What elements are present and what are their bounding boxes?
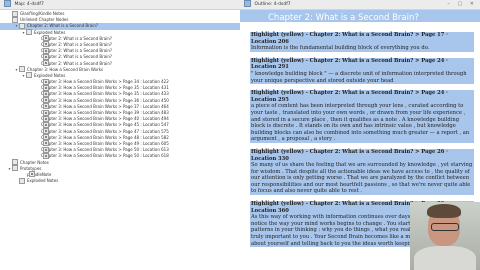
container-icon — [12, 10, 18, 17]
window-controls[interactable]: – ▢ ✕ — [447, 0, 477, 9]
tree-item-label: Chapter 3: How a Second Brain Works > Pa… — [41, 153, 169, 159]
note-icon — [43, 109, 49, 116]
tree-item-label: Chapter Notes — [20, 159, 49, 165]
tree-item-label: Chapter 2: What is a Second Brain? — [41, 35, 112, 41]
outline-tree: Glanfling/Kindle Notes Unlinked Chapter N… — [0, 10, 240, 184]
note-icon — [43, 53, 49, 60]
tree-item-label: Chapter 3: How a Second Brain Works > Pa… — [41, 116, 169, 122]
tree-item-label: Unlinked Chapter Nodes — [20, 17, 69, 23]
tree-item-label: Chapter 3: How a Second Brain Works > Pa… — [41, 147, 169, 153]
outline-titlebar: Outline: 4-dsdf7 – ▢ ✕ — [240, 0, 480, 10]
map-titlebar: Map: 4-dsdf7 — [0, 0, 240, 10]
note-icon — [43, 78, 49, 85]
note-icon — [43, 115, 49, 122]
tree-item-label: Chapter 3: How a Second Brain Works > Pa… — [41, 134, 169, 140]
outline-title: Outline: 4-dsdf7 — [254, 2, 291, 7]
note-icon — [43, 128, 49, 135]
note-icon — [43, 84, 49, 91]
tree-item-label: Chapter 3: How a Second Brain Works > Pa… — [41, 103, 169, 109]
tree-item[interactable]: Exploded Notes — [0, 177, 240, 184]
note-icon — [43, 35, 49, 42]
container-icon — [12, 165, 18, 172]
highlight-text: a piece of content has been interpreted … — [250, 103, 474, 143]
outline-window-icon — [244, 0, 251, 7]
highlight-heading: Highlight (yellow) - Chapter 2: What is … — [250, 90, 474, 104]
highlight-heading: Highlight (yellow) - Chapter 2: What is … — [250, 32, 474, 46]
tree-item-label: Chapter 3: How a Second Brain Works > Pa… — [41, 110, 169, 115]
note-icon — [29, 171, 35, 178]
container-icon — [12, 159, 18, 165]
tree-item-label: Chapter 2: What is a Second Brain? — [41, 60, 112, 66]
highlight-text: " knowledge building block " — a discret… — [250, 70, 474, 85]
outline-window: Outline: 4-dsdf7 – ▢ ✕ Chapter 2: What i… — [240, 0, 480, 270]
tree-item-label: Chapter 3: How a Second Brain Works > Pa… — [41, 128, 169, 134]
tree-item-label: Chapter 3: How a Second Brain Works > Pa… — [41, 91, 169, 97]
outline-header: Outline: 4-dsdf7 – ▢ ✕ Chapter 2: What i… — [240, 0, 480, 23]
tree-item-label: Chapter 2: What is a Second Brain? — [41, 48, 112, 54]
tree-item-label: Chapter 2: What is a Second Brain? — [27, 23, 98, 29]
tree-item-label: Chapter 3: How a Second Brain Works > Pa… — [41, 97, 169, 103]
highlight-heading: Highlight (yellow) - Chapter 2: What is … — [250, 148, 474, 163]
note-icon — [43, 41, 49, 48]
tree-item-label: Exploded Notes — [34, 72, 66, 78]
note-icon — [43, 47, 49, 54]
map-title: Map: 4-dsdf7 — [14, 2, 44, 7]
tree-item-label: Exploded Notes — [27, 178, 59, 184]
webcam-overlay — [410, 202, 480, 270]
highlight-heading: Highlight (yellow) - Chapter 2: What is … — [250, 57, 474, 71]
note-icon — [43, 121, 49, 128]
note-icon — [43, 152, 49, 159]
tree-item-label: Chapter 3: How a Second Brain Works — [27, 66, 104, 72]
container-icon — [26, 72, 32, 79]
note-icon — [43, 97, 49, 104]
note-icon — [43, 90, 49, 97]
tree-item-label: Chapter 3: How a Second Brain Works > Pa… — [41, 140, 169, 146]
tree-item-label: Exploded Notes — [34, 29, 66, 35]
tree-item-label: Prototypes — [20, 165, 42, 171]
tree-item-label: Chapter 3: How a Second Brain Works > Pa… — [41, 122, 169, 128]
note-icon — [43, 60, 49, 66]
note-icon — [43, 103, 49, 110]
tree-item-label: Glanfling/Kindle Notes — [20, 11, 65, 16]
tree-item-label: Chapter 2: What is a Second Brain? — [41, 41, 112, 47]
map-window-icon — [4, 0, 11, 7]
container-icon — [26, 29, 32, 36]
container-icon — [12, 16, 18, 23]
tree-item-label: Chapter 2: What is a Second Brain? — [41, 54, 112, 60]
tree-item-label: Chapter 3: How a Second Brain Works > Pa… — [41, 85, 169, 91]
container-icon — [19, 66, 25, 73]
note-heading: Chapter 2: What is a Second Brain? — [268, 13, 419, 23]
note-icon — [43, 134, 49, 141]
tree-item-label: Chapter 3: How a Second Brain Works > Pa… — [41, 79, 169, 85]
note-icon — [43, 146, 49, 153]
container-icon — [19, 177, 25, 184]
highlight-text: Information is the fundamental building … — [250, 45, 474, 52]
highlight-text: So many of us share the feeling that we … — [250, 162, 474, 196]
note-icon — [43, 140, 49, 147]
container-icon — [19, 22, 25, 29]
map-window: Map: 4-dsdf7 Glanfling/Kindle Notes Unlin… — [0, 0, 241, 270]
